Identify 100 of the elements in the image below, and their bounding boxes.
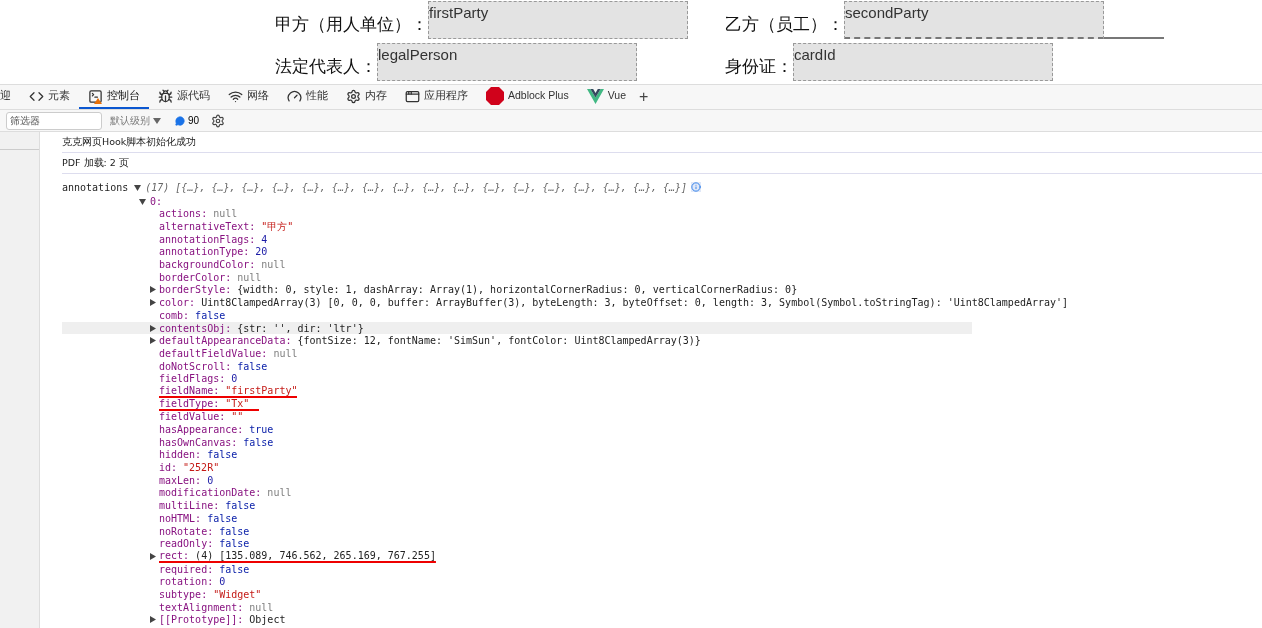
property-key: rect:: [159, 549, 190, 561]
window-icon: [405, 88, 420, 104]
devtools-tab[interactable]: Adblock Plus: [477, 85, 578, 109]
warning-icon: [94, 97, 102, 104]
property-value: null: [213, 208, 238, 220]
property-key: alternativeText:: [159, 221, 256, 233]
property-value: null: [273, 347, 298, 359]
property-key: fieldFlags:: [159, 373, 226, 385]
settings-icon[interactable]: [211, 113, 226, 128]
caret-icon: [153, 117, 161, 124]
property-value: false: [207, 449, 238, 461]
form-text-field[interactable]: secondParty: [844, 1, 1104, 39]
property-value: 4: [261, 233, 268, 245]
devtools-tab[interactable]: 内存: [337, 85, 396, 109]
property-value: 0: [207, 474, 214, 486]
array-index: 0:: [150, 194, 163, 209]
wifi-icon: [228, 88, 243, 104]
property-key: fieldType:: [159, 397, 220, 409]
property-value: 0: [231, 373, 238, 385]
console-message: PDF 加载: 2 页: [62, 155, 129, 170]
devtools-tab[interactable]: Vue: [577, 85, 635, 109]
devtools-tab[interactable]: 网络: [219, 85, 278, 109]
property-value: false: [243, 436, 274, 448]
devtools-tab[interactable]: 源代码: [149, 85, 219, 109]
property-value: "甲方": [261, 221, 294, 233]
console-message: 克克网页Hook脚本初始化成功: [62, 134, 197, 149]
property-key: hasAppearance:: [159, 424, 244, 436]
property-key: backgroundColor:: [159, 259, 256, 271]
property-key: borderStyle:: [159, 284, 232, 296]
info-icon: [691, 182, 702, 192]
property-key: comb:: [159, 309, 190, 321]
property-value: "firstParty": [225, 384, 298, 396]
property-key: noRotate:: [159, 525, 214, 537]
property-value: null: [261, 259, 286, 271]
expand-triangle-icon[interactable]: [149, 552, 156, 560]
gear-icon: [346, 88, 361, 104]
property-key: fieldName:: [159, 384, 220, 396]
form-label: 甲方（用人单位）：: [275, 12, 428, 36]
property-key: readOnly:: [159, 538, 214, 550]
devtools-tab[interactable]: 性能: [278, 85, 337, 109]
property-value: null: [267, 487, 292, 499]
add-tab-button[interactable]: +: [635, 85, 653, 109]
property-value: false: [237, 360, 268, 372]
property-key: actions:: [159, 208, 208, 220]
property-key: color:: [159, 297, 196, 309]
property-key: doNotScroll:: [159, 360, 232, 372]
property-key: multiLine:: [159, 500, 220, 512]
gauge-icon: [287, 88, 302, 104]
form-text-field[interactable]: cardId: [793, 43, 1053, 81]
property-key: hidden:: [159, 449, 202, 461]
console-icon: [88, 88, 103, 104]
property-value: Uint8ClampedArray(3) [0, 0, 0, buffer: ArrayBuffer(3), byteLength: 3, byteOffset: 0, length: 3, Symbol(Symbol.toStringTag): 'Uint8ClampedArray']: [201, 297, 1069, 309]
property-value: 0: [219, 576, 226, 588]
property-value: false: [207, 512, 238, 524]
property-value: {str: '', dir: 'ltr'}: [237, 322, 364, 334]
property-value: false: [225, 500, 256, 512]
devtools-tab[interactable]: 应用程序: [396, 85, 477, 109]
array-summary[interactable]: (17) [{…}, {…}, {…}, {…}, {…}, {…}, {…}, {…}, {…}, {…}, {…}, {…}, {…}, {…}, {…}, {…}, {…}]: [145, 179, 688, 195]
property-value: true: [249, 424, 274, 436]
property-value: "Tx": [225, 397, 250, 409]
property-value: 20: [255, 246, 268, 258]
vue-icon: [586, 88, 604, 104]
property-value: false: [219, 525, 250, 537]
property-value: false: [219, 563, 250, 575]
form-text-field[interactable]: legalPerson: [377, 43, 637, 81]
property-value: null: [249, 601, 274, 613]
property-key: rotation:: [159, 576, 214, 588]
stop-sign-icon: [486, 87, 504, 105]
property-value: (4) [135.089, 746.562, 265.169, 767.255]: [195, 549, 436, 561]
property-value: "252R": [183, 462, 220, 474]
property-key: fieldValue:: [159, 411, 226, 423]
log-level-dropdown[interactable]: 默认级别: [110, 113, 161, 128]
property-key: annotationFlags:: [159, 233, 256, 245]
expand-triangle-icon[interactable]: [149, 616, 156, 624]
property-key: [[Prototype]]:: [159, 614, 244, 626]
property-key: defaultAppearanceData:: [159, 335, 292, 347]
bug-icon: [158, 88, 173, 104]
form-label: 乙方（员工）：: [725, 12, 844, 36]
property-key: required:: [159, 563, 214, 575]
property-key: maxLen:: [159, 474, 202, 486]
property-key: defaultFieldValue:: [159, 347, 268, 359]
message-icon: [175, 115, 185, 126]
message-count: 90: [188, 114, 200, 128]
property-key: contentsObj:: [159, 322, 232, 334]
property-key: noHTML:: [159, 512, 202, 524]
property-value: "": [231, 411, 244, 423]
property-key: modificationDate:: [159, 487, 262, 499]
property-value: null: [237, 271, 262, 283]
property-value: {width: 0, style: 1, dashArray: Array(1), horizontalCornerRadius: 0, verticalCornerRadius: 0}: [237, 284, 798, 296]
form-text-field[interactable]: firstParty: [428, 1, 688, 39]
property-value: false: [195, 309, 226, 321]
form-label: 法定代表人：: [275, 54, 377, 78]
devtools-tab[interactable]: 迎: [0, 85, 20, 109]
devtools-tab[interactable]: 元素: [20, 85, 79, 109]
property-value: Object: [249, 614, 286, 626]
property-key: textAlignment:: [159, 601, 244, 613]
filter-field[interactable]: 筛选器: [6, 111, 102, 130]
property-key: borderColor:: [159, 271, 232, 283]
property-key: subtype:: [159, 588, 208, 600]
property-key: annotationType:: [159, 246, 250, 258]
